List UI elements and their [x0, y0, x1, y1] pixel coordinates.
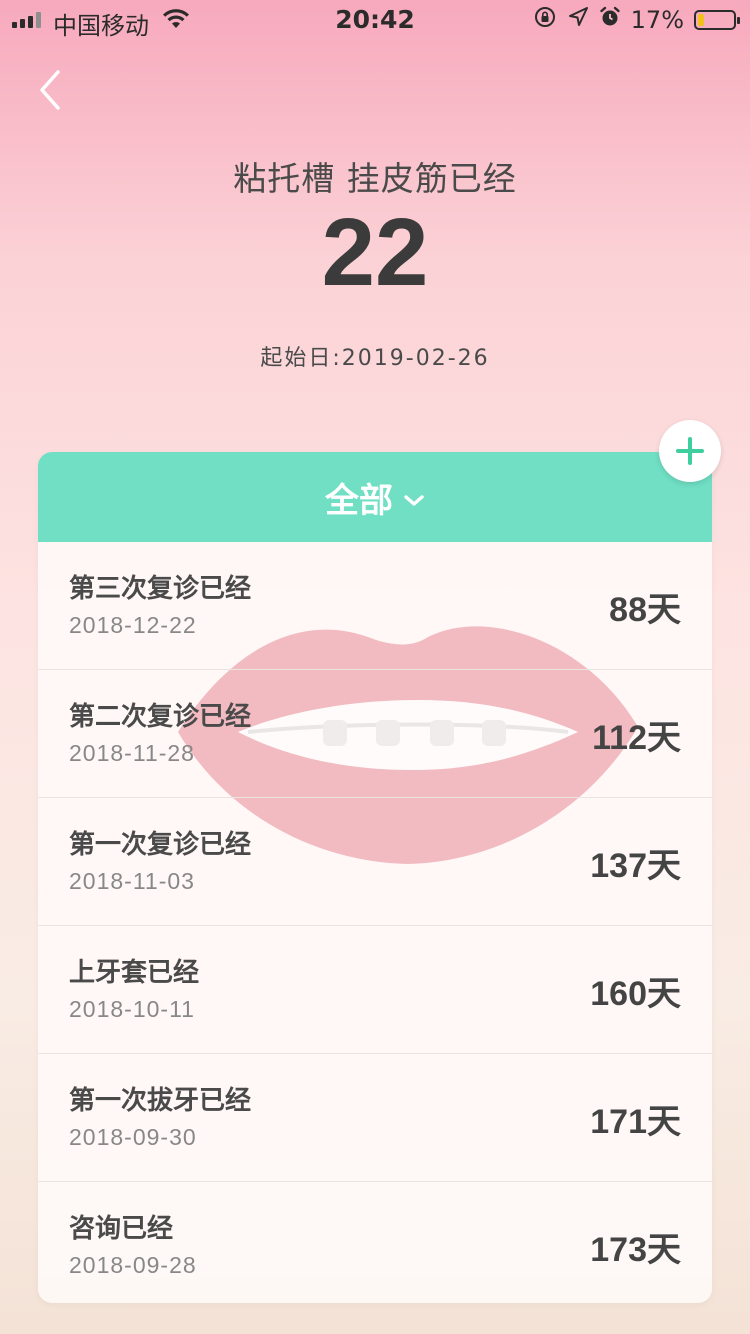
record-days: 160天	[590, 975, 681, 1013]
record-row[interactable]: 第一次复诊已经 2018-11-03 137天	[38, 798, 712, 926]
battery-percent: 17%	[630, 6, 684, 34]
chevron-left-icon	[40, 70, 60, 110]
status-right-group: 17%	[533, 5, 740, 35]
record-title: 咨询已经	[69, 1214, 174, 1244]
record-row[interactable]: 咨询已经 2018-09-28 173天	[38, 1182, 712, 1303]
record-row[interactable]: 第一次拔牙已经 2018-09-30 171天	[38, 1054, 712, 1182]
record-title: 第一次复诊已经	[69, 830, 252, 860]
record-days: 173天	[590, 1231, 681, 1269]
battery-level	[698, 14, 704, 26]
record-date: 2018-11-03	[69, 868, 195, 894]
plus-icon	[676, 437, 704, 465]
record-title: 第一次拔牙已经	[69, 1086, 252, 1116]
record-date: 2018-09-28	[69, 1252, 197, 1278]
record-date: 2018-09-30	[69, 1124, 197, 1150]
records-card: 全部 第三次复诊已经 2018-12-22 88天 第二次复诊已经 2018-1…	[38, 452, 712, 1303]
record-row[interactable]: 第三次复诊已经 2018-12-22 88天	[38, 542, 712, 670]
filter-dropdown[interactable]: 全部	[38, 452, 712, 542]
record-title: 上牙套已经	[69, 958, 200, 988]
record-days: 137天	[590, 847, 681, 885]
battery-icon	[694, 10, 740, 30]
back-button[interactable]	[34, 68, 74, 112]
filter-label: 全部	[325, 480, 393, 521]
alarm-icon	[599, 6, 621, 34]
record-list: 第三次复诊已经 2018-12-22 88天 第二次复诊已经 2018-11-2…	[38, 542, 712, 1303]
location-icon	[567, 6, 589, 34]
status-bar: 中国移动 20:42 17%	[0, 0, 750, 40]
record-date: 2018-10-11	[69, 996, 195, 1022]
record-days: 88天	[609, 591, 681, 629]
day-count: 22	[321, 199, 429, 306]
record-row[interactable]: 第二次复诊已经 2018-11-28 112天	[38, 670, 712, 798]
start-date: 起始日:2019-02-26	[260, 346, 490, 371]
record-row[interactable]: 上牙套已经 2018-10-11 160天	[38, 926, 712, 1054]
chevron-down-icon	[403, 477, 425, 517]
record-title: 第二次复诊已经	[69, 702, 252, 732]
record-days: 112天	[592, 719, 681, 757]
record-date: 2018-12-22	[69, 612, 197, 638]
add-record-button[interactable]	[659, 420, 721, 482]
record-date: 2018-11-28	[69, 740, 195, 766]
record-days: 171天	[590, 1103, 681, 1141]
rotation-lock-icon	[533, 5, 557, 35]
page-title: 粘托槽 挂皮筋已经	[233, 159, 517, 198]
record-title: 第三次复诊已经	[69, 574, 252, 604]
